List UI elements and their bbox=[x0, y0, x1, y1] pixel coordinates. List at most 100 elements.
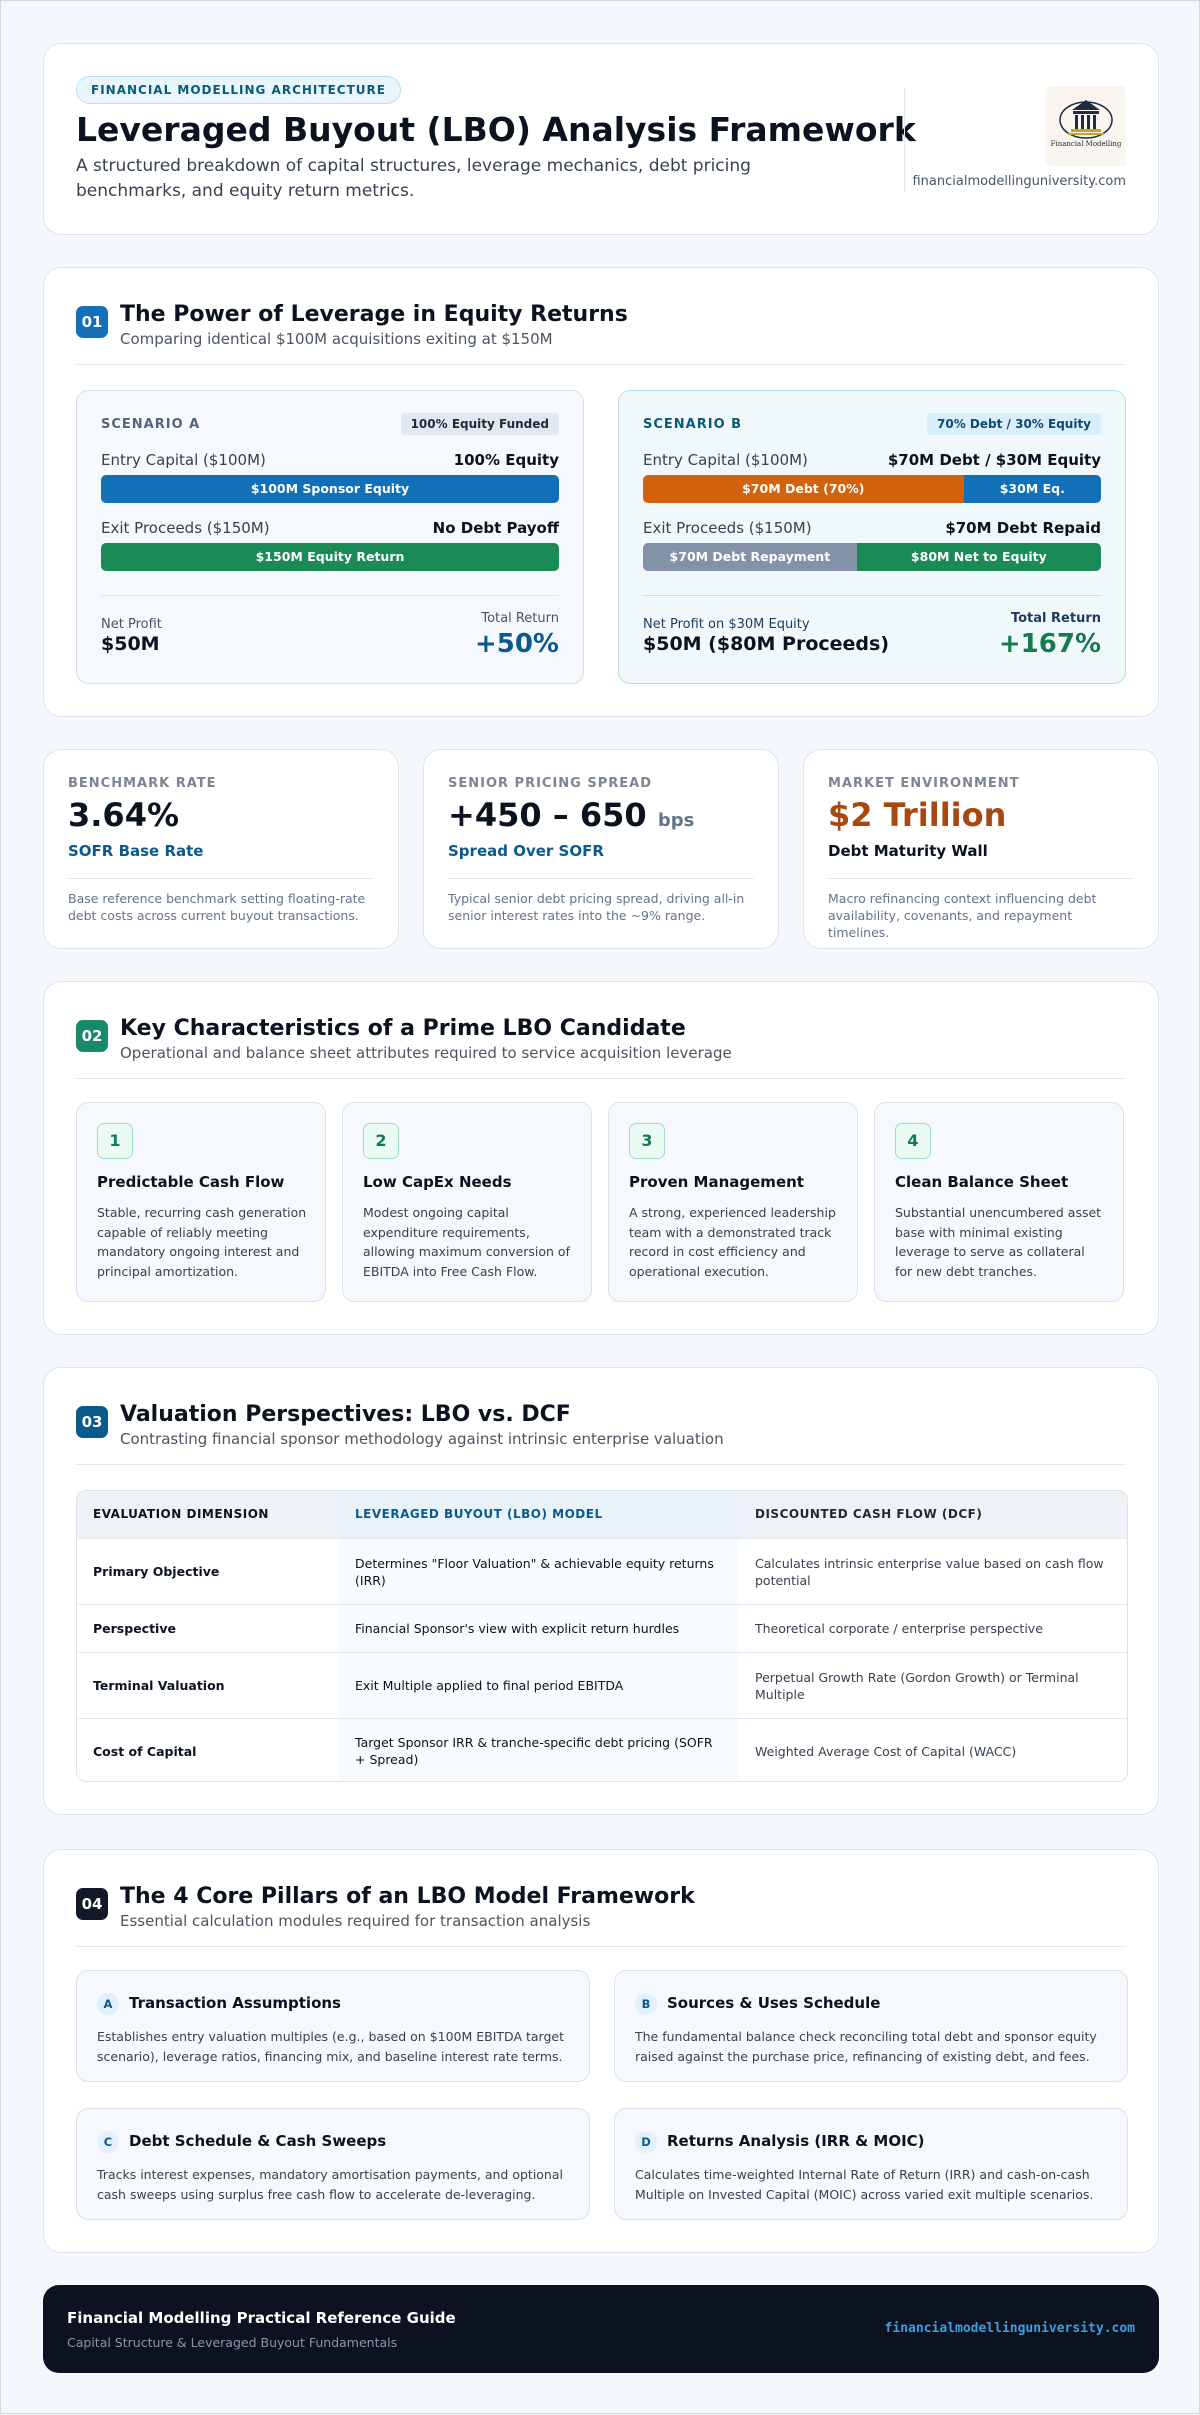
net-profit-label: Net Profit on $30M Equity bbox=[643, 617, 810, 632]
scenario-divider bbox=[101, 595, 559, 596]
pillar-card: C Debt Schedule & Cash Sweeps Tracks int… bbox=[76, 2108, 590, 2220]
metric-label: MARKET ENVIRONMENT bbox=[828, 776, 1020, 791]
page-title: Leveraged Buyout (LBO) Analysis Framewor… bbox=[76, 110, 916, 149]
exit-label: Exit Proceeds ($150M) bbox=[101, 519, 270, 537]
entry-value: 100% Equity bbox=[453, 451, 559, 469]
section-divider bbox=[76, 1946, 1126, 1947]
leverage-section: 01 The Power of Leverage in Equity Retur… bbox=[43, 267, 1159, 717]
table-cell: Cost of Capital bbox=[93, 1743, 197, 1759]
table-cell: Determines "Floor Valuation" & achievabl… bbox=[339, 1539, 739, 1604]
table-cell: Exit Multiple applied to final period EB… bbox=[339, 1653, 739, 1718]
metric-value: $2 Trillion bbox=[828, 796, 1006, 834]
metric-caption: Spread Over SOFR bbox=[448, 842, 604, 860]
bar-segment: $80M Net to Equity bbox=[856, 543, 1101, 571]
page: FINANCIAL MODELLING ARCHITECTURE Leverag… bbox=[1, 1, 1200, 2415]
exit-label: Exit Proceeds ($150M) bbox=[643, 519, 812, 537]
net-profit-label: Net Profit bbox=[101, 617, 162, 632]
total-return-label: Total Return bbox=[481, 611, 559, 626]
characteristic-card: 3 Proven Management A strong, experience… bbox=[608, 1102, 858, 1302]
metric-caption: Debt Maturity Wall bbox=[828, 842, 988, 860]
characteristic-number: 1 bbox=[97, 1123, 133, 1159]
table-cell: Weighted Average Cost of Capital (WACC) bbox=[755, 1743, 1017, 1759]
valuation-section: 03 Valuation Perspectives: LBO vs. DCF C… bbox=[43, 1367, 1159, 1815]
metric-unit: bps bbox=[657, 810, 695, 831]
section-subtitle: Operational and balance sheet attributes… bbox=[120, 1044, 732, 1062]
section-divider bbox=[76, 1464, 1126, 1465]
section-title: Valuation Perspectives: LBO vs. DCF bbox=[120, 1402, 571, 1427]
bar-segment: $100M Sponsor Equity bbox=[101, 475, 559, 503]
metric-label: SENIOR PRICING SPREAD bbox=[448, 776, 653, 791]
total-return-value: +50% bbox=[474, 629, 559, 659]
section-subtitle: Essential calculation modules required f… bbox=[120, 1912, 591, 1930]
table-cell: Perspective bbox=[93, 1621, 176, 1636]
net-profit-value: $50M bbox=[101, 633, 160, 655]
characteristic-card: 2 Low CapEx Needs Modest ongoing capital… bbox=[342, 1102, 592, 1302]
page-subtitle: A structured breakdown of capital struct… bbox=[76, 156, 751, 201]
characteristic-description: Substantial unencumbered asset base with… bbox=[895, 1205, 1102, 1279]
pillar-description: Establishes entry valuation multiples (e… bbox=[97, 2029, 564, 2064]
characteristic-title: Low CapEx Needs bbox=[363, 1173, 512, 1191]
exit-value: $70M Debt Repaid bbox=[945, 519, 1101, 537]
pillar-card: B Sources & Uses Schedule The fundamenta… bbox=[614, 1970, 1128, 2082]
footer-subtitle: Capital Structure & Leveraged Buyout Fun… bbox=[67, 2335, 398, 2350]
pillar-title: Debt Schedule & Cash Sweeps bbox=[129, 2132, 387, 2150]
scenario-badge: 100% Equity Funded bbox=[400, 413, 559, 435]
characteristic-number: 3 bbox=[629, 1123, 665, 1159]
characteristic-description: Modest ongoing capital expenditure requi… bbox=[363, 1205, 570, 1279]
metric-card-market: MARKET ENVIRONMENT $2 Trillion Debt Matu… bbox=[803, 749, 1159, 949]
table-cell: Calculates intrinsic enterprise value ba… bbox=[755, 1555, 1104, 1588]
table-row: Cost of Capital Target Sponsor IRR & tra… bbox=[77, 1719, 1127, 1781]
metric-description: Base reference benchmark setting floatin… bbox=[68, 891, 366, 923]
category-pill: FINANCIAL MODELLING ARCHITECTURE bbox=[76, 76, 401, 104]
exit-bar: $70M Debt Repayment $80M Net to Equity bbox=[643, 543, 1101, 571]
section-divider bbox=[76, 1078, 1126, 1079]
pillar-badge: D bbox=[635, 2131, 657, 2153]
bar-segment: $70M Debt Repayment bbox=[643, 543, 857, 571]
characteristic-title: Predictable Cash Flow bbox=[97, 1173, 285, 1191]
metric-label: BENCHMARK RATE bbox=[68, 776, 217, 791]
section-title: Key Characteristics of a Prime LBO Candi… bbox=[120, 1016, 686, 1041]
metric-divider bbox=[828, 878, 1134, 879]
entry-value: $70M Debt / $30M Equity bbox=[887, 451, 1101, 469]
section-title: The 4 Core Pillars of an LBO Model Frame… bbox=[120, 1884, 695, 1909]
scenario-label: SCENARIO A bbox=[101, 417, 201, 432]
building-logo-icon bbox=[1059, 100, 1113, 139]
metric-value-text: $2 Trillion bbox=[828, 796, 1007, 834]
table-cell: Primary Objective bbox=[93, 1564, 220, 1579]
table-row: Perspective Financial Sponsor's view wit… bbox=[77, 1605, 1127, 1653]
table-header-row: EVALUATION DIMENSION LEVERAGED BUYOUT (L… bbox=[77, 1491, 1127, 1539]
bar-segment: $150M Equity Return bbox=[101, 543, 559, 571]
pillar-card: A Transaction Assumptions Establishes en… bbox=[76, 1970, 590, 2082]
section-title: The Power of Leverage in Equity Returns bbox=[120, 302, 628, 327]
pillar-badge: B bbox=[635, 1993, 657, 2015]
header-card: FINANCIAL MODELLING ARCHITECTURE Leverag… bbox=[43, 43, 1159, 235]
footer-url[interactable]: financialmodellinguniversity.com bbox=[885, 2321, 1135, 2336]
pillar-title: Transaction Assumptions bbox=[129, 1994, 341, 2012]
metric-value: +450 – 650 bps bbox=[448, 796, 694, 834]
pillar-description: Tracks interest expenses, mandatory amor… bbox=[97, 2167, 563, 2202]
characteristics-section: 02 Key Characteristics of a Prime LBO Ca… bbox=[43, 981, 1159, 1335]
metric-card-spread: SENIOR PRICING SPREAD +450 – 650 bps Spr… bbox=[423, 749, 779, 949]
table-row: Terminal Valuation Exit Multiple applied… bbox=[77, 1653, 1127, 1719]
metric-value-text: 3.64% bbox=[68, 796, 180, 834]
characteristic-card: 1 Predictable Cash Flow Stable, recurrin… bbox=[76, 1102, 326, 1302]
metric-caption: SOFR Base Rate bbox=[68, 842, 204, 860]
net-profit-value: $50M ($80M Proceeds) bbox=[643, 633, 890, 655]
characteristic-title: Clean Balance Sheet bbox=[895, 1173, 1069, 1191]
table-cell: Target Sponsor IRR & tranche-specific de… bbox=[339, 1719, 739, 1781]
table-header-cell: LEVERAGED BUYOUT (LBO) MODEL bbox=[339, 1491, 739, 1538]
table-header-cell: EVALUATION DIMENSION bbox=[77, 1491, 339, 1538]
entry-label: Entry Capital ($100M) bbox=[101, 451, 266, 469]
metric-value-text: +450 – 650 bbox=[448, 796, 647, 834]
section-number: 03 bbox=[76, 1406, 108, 1438]
characteristic-title: Proven Management bbox=[629, 1173, 804, 1191]
scenario-divider bbox=[643, 595, 1101, 596]
pillar-title: Sources & Uses Schedule bbox=[667, 1994, 881, 2012]
section-divider bbox=[76, 364, 1126, 365]
characteristic-description: A strong, experienced leadership team wi… bbox=[629, 1205, 836, 1279]
table-cell: Theoretical corporate / enterprise persp… bbox=[755, 1621, 1043, 1636]
logo-caption: Financial Modelling bbox=[1050, 140, 1122, 148]
header-url[interactable]: financialmodellinguniversity.com bbox=[912, 174, 1126, 189]
section-number: 02 bbox=[76, 1020, 108, 1052]
metric-card-benchmark: BENCHMARK RATE 3.64% SOFR Base Rate Base… bbox=[43, 749, 399, 949]
